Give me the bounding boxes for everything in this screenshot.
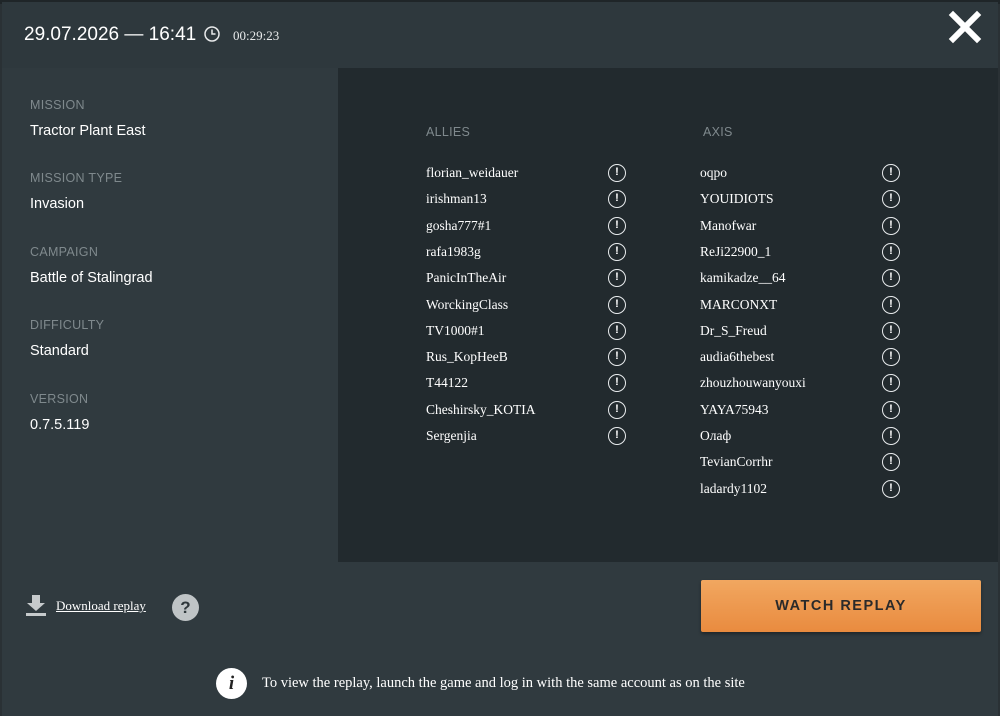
- axis-title: AXIS: [703, 125, 733, 139]
- clock-icon: [204, 26, 220, 42]
- player-info-icon[interactable]: !: [608, 427, 626, 445]
- axis-player-name: audia6thebest: [700, 349, 775, 365]
- allies-player-name: gosha777#1: [426, 217, 492, 233]
- player-info-icon[interactable]: !: [882, 269, 900, 288]
- axis-player-name: zhouzhouwanyouxi: [700, 375, 806, 391]
- mission-value: Tractor Plant East: [30, 123, 146, 139]
- player-info-icon[interactable]: !: [608, 242, 626, 261]
- info-icon: i: [216, 668, 247, 699]
- allies-player-name: florian_weidauer: [426, 165, 519, 180]
- player-info-icon[interactable]: !: [608, 190, 626, 209]
- player-info-icon[interactable]: !: [608, 348, 626, 367]
- version-value: 0.7.5.119: [30, 417, 90, 433]
- player-info-icon[interactable]: !: [882, 216, 900, 235]
- player-info-icon[interactable]: !: [882, 453, 900, 472]
- battle-datetime: 29.07.2026 — 16:41: [24, 24, 197, 45]
- allies-player-name: T44122: [426, 375, 468, 391]
- allies-player-name: TV1000#1: [426, 322, 485, 338]
- replay-modal: 29.07.2026 — 16:41 00:29:23 MISSION Trac…: [2, 2, 998, 716]
- close-icon[interactable]: [948, 10, 982, 44]
- allies-player-name: rafa1983g: [426, 243, 481, 259]
- axis-player-name: ReJi22900_1: [700, 243, 772, 259]
- player-info-icon[interactable]: !: [882, 348, 900, 367]
- player-info-icon[interactable]: !: [882, 242, 900, 261]
- player-info-icon[interactable]: !: [608, 164, 626, 182]
- mission-type-value: Invasion: [30, 196, 85, 212]
- player-info-icon[interactable]: !: [882, 295, 900, 314]
- player-info-icon[interactable]: !: [608, 216, 626, 235]
- axis-player-name: Олаф: [700, 428, 732, 443]
- help-icon[interactable]: ?: [172, 594, 199, 621]
- mission-type-label: MISSION TYPE: [30, 171, 123, 185]
- allies-player-name: Sergenjia: [426, 428, 477, 443]
- player-info-icon[interactable]: !: [608, 295, 626, 314]
- allies-player-name: PanicInTheAir: [426, 270, 507, 286]
- difficulty-label: DIFFICULTY: [30, 318, 105, 332]
- modal-footer: Download replay ? WATCH REPLAY i To view…: [2, 562, 998, 716]
- player-info-icon[interactable]: !: [882, 164, 900, 182]
- replay-note: To view the replay, launch the game and …: [262, 675, 745, 691]
- axis-player-name: TevianCorrhr: [700, 454, 773, 470]
- players-panel: ALLIES AXIS florian_weidauer! irishman13!…: [338, 68, 998, 562]
- modal-header: 29.07.2026 — 16:41 00:29:23: [2, 2, 998, 68]
- player-info-icon[interactable]: !: [882, 427, 900, 445]
- player-info-icon[interactable]: !: [882, 190, 900, 209]
- axis-player-name: oqpo: [700, 165, 727, 180]
- axis-player-name: Manofwar: [700, 217, 757, 233]
- allies-player-name: irishman13: [426, 191, 487, 207]
- player-info-icon[interactable]: !: [882, 400, 900, 419]
- allies-player-name: Rus_KopHeeB: [426, 349, 508, 365]
- battle-duration: 00:29:23: [233, 28, 280, 43]
- version-label: VERSION: [30, 392, 89, 406]
- player-info-icon[interactable]: !: [882, 479, 900, 498]
- difficulty-value: Standard: [30, 343, 89, 359]
- download-replay-link[interactable]: Download replay: [56, 598, 146, 614]
- player-info-icon[interactable]: !: [608, 269, 626, 288]
- allies-player-name: Cheshirsky_KOTIA: [426, 401, 536, 417]
- mission-info-panel: MISSION Tractor Plant East MISSION TYPE …: [2, 68, 338, 562]
- player-info-icon[interactable]: !: [608, 321, 626, 340]
- campaign-value: Battle of Stalingrad: [30, 270, 153, 286]
- watch-replay-button[interactable]: WATCH REPLAY: [701, 580, 981, 632]
- player-info-icon[interactable]: !: [882, 321, 900, 340]
- player-info-icon[interactable]: !: [608, 400, 626, 419]
- download-icon[interactable]: [24, 593, 48, 617]
- axis-player-name: kamikadze__64: [700, 270, 786, 286]
- campaign-label: CAMPAIGN: [30, 245, 99, 259]
- player-info-icon[interactable]: !: [882, 374, 900, 393]
- axis-player-name: ladardy1102: [700, 480, 767, 496]
- allies-title: ALLIES: [426, 125, 471, 139]
- axis-player-name: YOUIDIOTS: [700, 191, 774, 207]
- allies-player-name: WorckingClass: [426, 296, 509, 312]
- mission-label: MISSION: [30, 98, 85, 112]
- axis-player-name: MARCONXT: [700, 296, 778, 312]
- axis-player-name: Dr_S_Freud: [700, 322, 767, 338]
- player-info-icon[interactable]: !: [608, 374, 626, 393]
- axis-player-name: YAYA75943: [700, 401, 769, 417]
